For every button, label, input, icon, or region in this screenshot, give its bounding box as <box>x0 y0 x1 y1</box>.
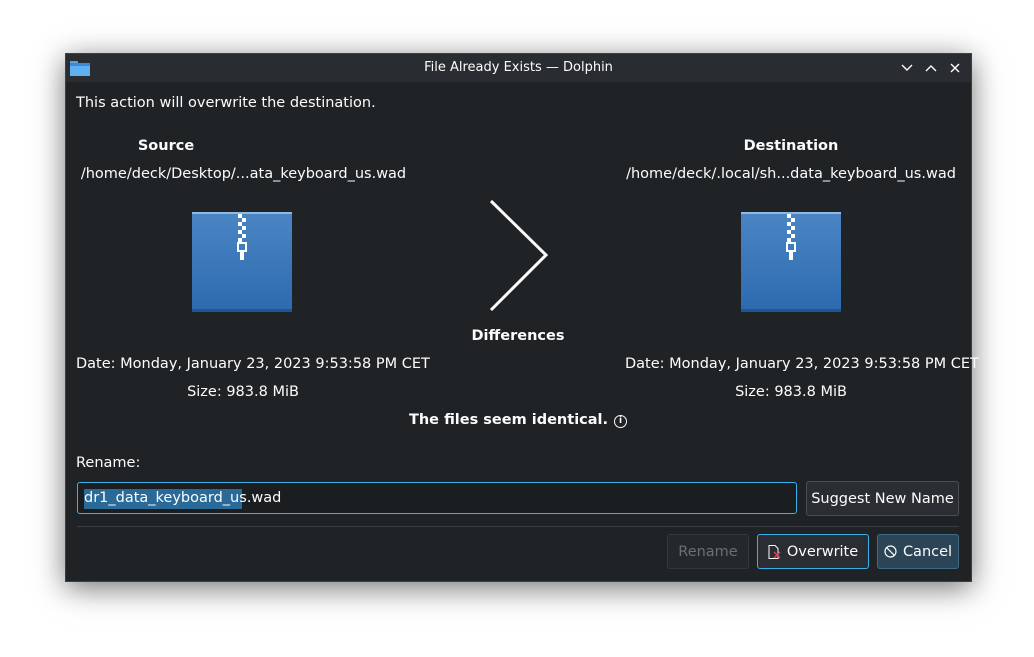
differences-summary-text: The files seem identical. <box>408 412 609 428</box>
cancel-button[interactable]: Cancel <box>877 534 959 569</box>
window-title: File Already Exists — Dolphin <box>424 60 613 75</box>
source-heading: Source <box>137 138 195 154</box>
rename-label: Rename: <box>76 455 141 471</box>
source-date: Date: Monday, January 23, 2023 9:53:58 P… <box>76 356 430 372</box>
rename-input[interactable]: dr1_data_keyboard_us.wad <box>77 482 797 514</box>
cancel-label: Cancel <box>902 543 953 560</box>
overwrite-button[interactable]: Overwrite <box>757 534 869 569</box>
destination-path: /home/deck/.local/sh...data_keyboard_us.… <box>626 166 956 182</box>
suggest-new-name-button[interactable]: Suggest New Name <box>806 481 959 516</box>
cancel-icon <box>884 545 897 558</box>
overwrite-message: This action will overwrite the destinati… <box>76 95 376 111</box>
rename-button[interactable]: Rename <box>667 534 749 569</box>
chevron-up-icon <box>925 65 937 72</box>
destination-size: Size: 983.8 MiB <box>735 384 847 400</box>
rename-value-selected: dr1_data_keyboard_us <box>84 490 247 506</box>
source-path: /home/deck/Desktop/...ata_keyboard_us.wa… <box>80 166 407 182</box>
minimize-button[interactable] <box>898 59 916 77</box>
arrow-right-icon <box>489 199 549 312</box>
close-icon <box>950 63 960 73</box>
rename-value: dr1_data_keyboard_us.wad <box>84 490 281 506</box>
maximize-button[interactable] <box>922 59 940 77</box>
separator <box>77 526 959 527</box>
destination-heading: Destination <box>743 138 839 154</box>
destination-archive-icon <box>741 212 841 312</box>
titlebar[interactable]: File Already Exists — Dolphin <box>66 54 971 82</box>
source-size: Size: 983.8 MiB <box>187 384 299 400</box>
differences-summary: The files seem identical. i <box>318 412 718 428</box>
rename-value-extension: .wad <box>246 490 282 506</box>
differences-heading: Differences <box>471 328 565 344</box>
overwrite-label: Overwrite <box>786 543 859 560</box>
destination-date: Date: Monday, January 23, 2023 9:53:58 P… <box>625 356 979 372</box>
source-archive-icon <box>192 212 292 312</box>
chevron-down-icon <box>901 64 913 71</box>
document-overwrite-icon <box>768 544 781 559</box>
info-icon[interactable]: i <box>614 415 628 428</box>
conflict-dialog: File Already Exists — Dolphin This actio… <box>65 53 979 582</box>
close-button[interactable] <box>946 59 964 77</box>
